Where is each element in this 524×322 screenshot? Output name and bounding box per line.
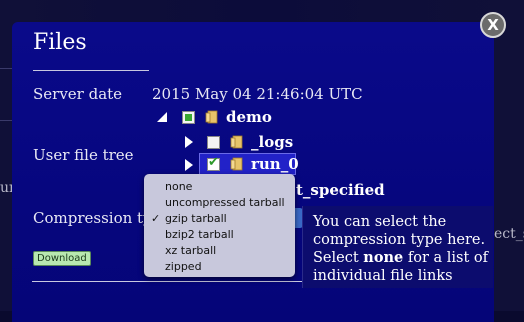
tree-checkbox-run-0[interactable]	[207, 155, 220, 171]
folder-icon	[205, 110, 218, 124]
server-date-label: Server date	[33, 85, 123, 103]
tooltip-line: individual file links	[313, 268, 453, 284]
background-text-fragment: ect_s	[494, 226, 524, 242]
file-tree-label: User file tree	[33, 146, 134, 164]
folder-icon	[230, 135, 243, 149]
download-button[interactable]: Download	[33, 251, 91, 266]
tree-node-logs[interactable]: _logs	[251, 133, 293, 151]
tooltip-line: compression type here.	[313, 232, 486, 248]
title-divider	[33, 70, 149, 71]
option-xz-tarball[interactable]: xz tarball	[165, 244, 216, 257]
expand-toggle-icon[interactable]	[157, 112, 167, 122]
server-date-value: 2015 May 04 21:46:04 UTC	[152, 85, 363, 103]
close-button[interactable]: X	[480, 12, 506, 38]
dialog-title: Files	[33, 30, 87, 55]
tree-checkbox-demo[interactable]	[182, 111, 195, 124]
checkmark-icon: ✓	[151, 212, 161, 225]
option-gzip-tarball[interactable]: gzip tarball	[165, 212, 227, 225]
folder-icon	[230, 157, 243, 171]
option-none[interactable]: none	[165, 180, 192, 193]
background-divider	[0, 68, 12, 69]
option-bzip2-tarball[interactable]: bzip2 tarball	[165, 228, 234, 241]
tooltip-line: You can select the	[313, 214, 447, 230]
bottom-divider	[32, 281, 302, 282]
option-uncompressed-tarball[interactable]: uncompressed tarball	[165, 196, 285, 209]
help-tooltip: You can select the compression type here…	[302, 206, 493, 288]
compression-dropdown: none uncompressed tarball ✓ gzip tarball…	[144, 174, 295, 277]
expand-toggle-icon[interactable]	[185, 159, 193, 171]
option-zipped[interactable]: zipped	[165, 260, 202, 273]
tree-node-run-0[interactable]: run_0	[251, 155, 299, 173]
tooltip-text: You can select the compression type here…	[313, 213, 491, 285]
tooltip-emphasis: none	[363, 249, 404, 266]
background-divider	[0, 120, 12, 121]
expand-toggle-icon[interactable]	[185, 136, 193, 148]
tree-node-partial[interactable]: t_specified	[296, 181, 385, 199]
tree-node-demo[interactable]: demo	[226, 108, 272, 126]
tooltip-line: Select none for a list of	[313, 249, 489, 266]
tree-checkbox-logs[interactable]	[207, 136, 220, 149]
